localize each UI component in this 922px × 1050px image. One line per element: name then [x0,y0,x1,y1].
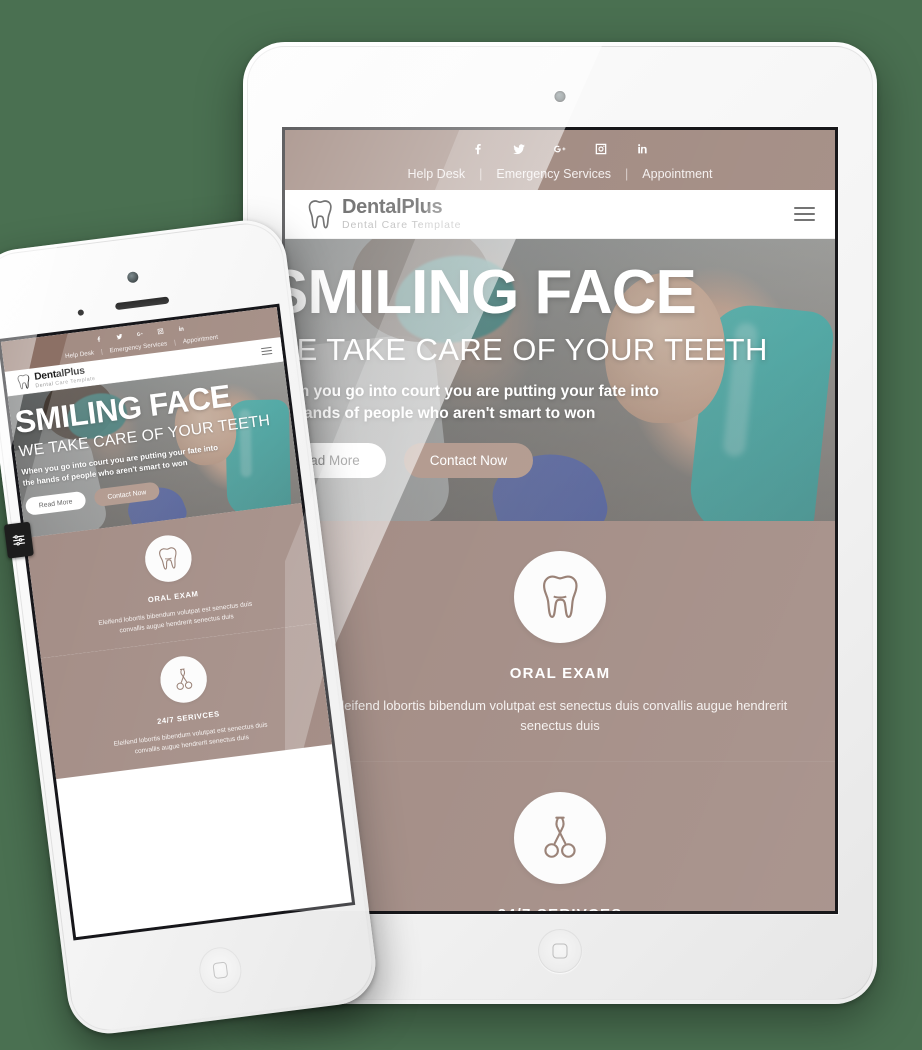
link-emergency-services[interactable]: Emergency Services [109,340,167,354]
tooth-icon [159,547,177,570]
brand-tagline: Dental Care Template [342,219,462,231]
tablet-home-button[interactable] [538,929,582,973]
social-links [285,141,835,156]
tooth-icon [308,199,332,228]
separator: | [625,167,629,181]
hero-section: SMILING FACE WE TAKE CARE OF YOUR TEETH … [285,239,835,521]
rounded-square-icon [552,943,568,959]
hamburger-menu-icon[interactable] [794,206,815,222]
front-camera-icon [554,91,566,102]
link-help-desk[interactable]: Help Desk [65,349,95,360]
instagram-icon[interactable] [594,141,609,156]
facebook-icon[interactable] [95,335,103,343]
contact-now-button[interactable]: Contact Now [403,443,534,479]
service-icon-circle [157,653,210,706]
hero-buttons: Read More Contact Now [285,443,809,479]
settings-sliders-icon[interactable] [3,521,34,559]
read-more-button[interactable]: Read More [24,490,87,517]
twitter-icon[interactable] [115,332,123,340]
topbar-links: Help Desk | Emergency Services | Appoint… [285,167,835,181]
separator: | [479,167,483,181]
separator: | [100,347,104,356]
link-appointment[interactable]: Appointment [182,333,218,344]
service-card-247: 24/7 SERIVCES Eleifend lobortis bibendum… [285,761,835,911]
twitter-icon[interactable] [512,141,527,156]
link-emergency-services[interactable]: Emergency Services [496,167,611,181]
service-title: 24/7 SERIVCES [307,906,813,911]
hero-title: SMILING FACE [285,258,697,327]
dental-forceps-icon [176,668,193,690]
service-icon-circle [514,792,606,884]
brand-name: DentalPlus [342,196,443,218]
website-viewport: Help Desk | Emergency Services | Appoint… [285,130,835,911]
service-icon-circle [514,551,606,643]
linkedin-icon[interactable] [177,324,185,332]
tooth-icon [543,575,578,618]
google-plus-icon[interactable] [136,329,144,337]
link-help-desk[interactable]: Help Desk [408,167,466,181]
linkedin-icon[interactable] [635,141,650,156]
separator: | [173,338,177,346]
site-navbar: DentalPlus Dental Care Template [285,190,835,239]
service-icon-circle [142,532,195,585]
rounded-square-icon [212,961,229,980]
contact-now-button[interactable]: Contact Now [93,481,161,508]
website-viewport: Help Desk | Emergency Services | Appoint… [0,306,332,780]
service-card-oral-exam: ORAL EXAM Eleifend lobortis bibendum vol… [285,521,835,761]
facebook-icon[interactable] [471,141,486,156]
link-appointment[interactable]: Appointment [642,167,712,181]
service-text: Eleifend lobortis bibendum volutpat est … [332,698,788,733]
instagram-icon[interactable] [156,327,164,335]
brand-logo[interactable]: DentalPlus Dental Care Template [305,197,461,231]
hero-paragraph: When you go into court you are putting y… [285,382,659,422]
site-topbar: Help Desk | Emergency Services | Appoint… [285,130,835,190]
tooth-icon [17,374,30,390]
google-plus-icon[interactable] [553,141,568,156]
hamburger-menu-icon[interactable] [260,346,273,356]
tablet-screen: Help Desk | Emergency Services | Appoint… [285,130,835,911]
dental-forceps-icon [544,816,576,858]
service-title: ORAL EXAM [509,665,611,682]
hero-subtitle: WE TAKE CARE OF YOUR TEETH [285,331,768,367]
